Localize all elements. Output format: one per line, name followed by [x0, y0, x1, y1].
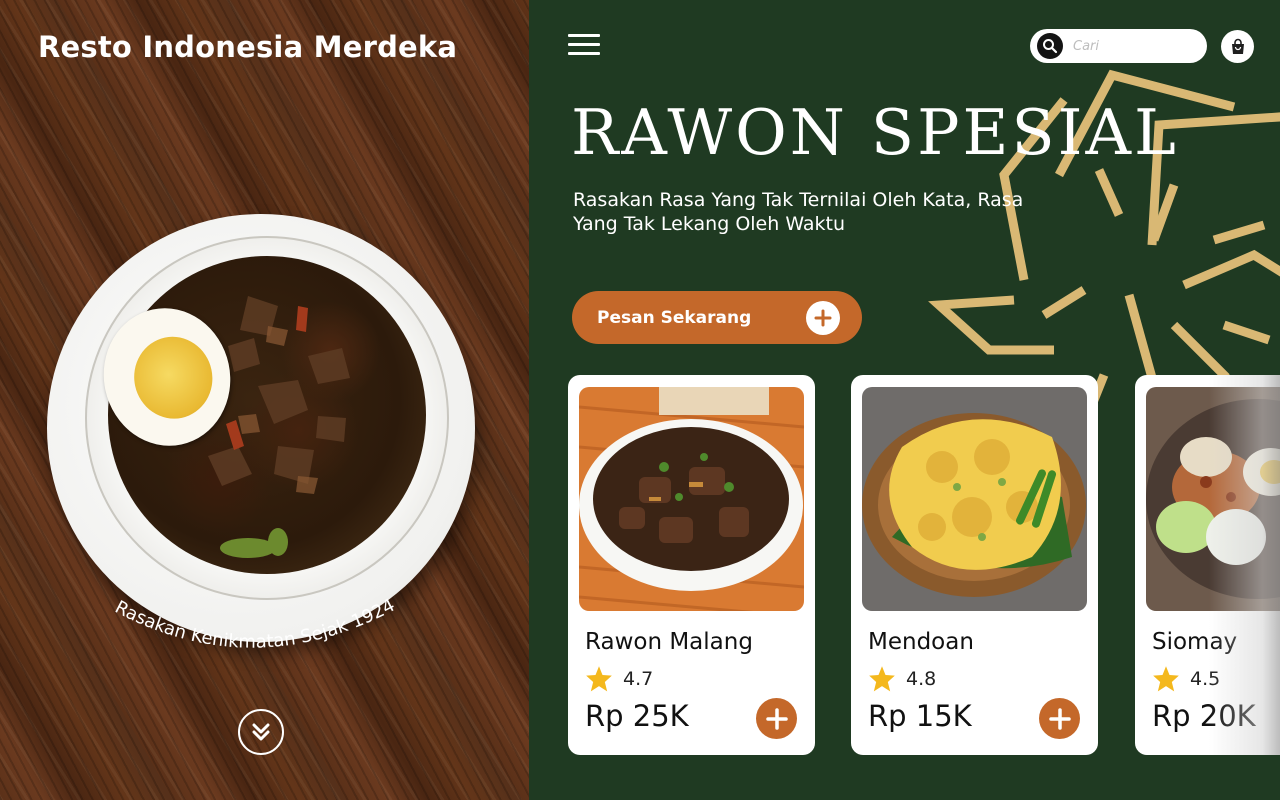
add-to-cart-button[interactable]: [756, 698, 797, 739]
rating-value: 4.8: [906, 667, 937, 690]
order-now-label: Pesan Sekarang: [597, 307, 752, 328]
star-icon: [869, 666, 895, 692]
add-to-cart-button[interactable]: [1039, 698, 1080, 739]
hero-title: RAWON SPESIAL: [571, 96, 1179, 169]
rating: 4.7: [585, 665, 653, 692]
plus-icon: [1048, 707, 1071, 730]
mendoan-photo: [862, 387, 1087, 611]
order-now-button[interactable]: Pesan Sekarang: [572, 291, 862, 344]
search-icon[interactable]: [1037, 33, 1063, 59]
double-chevron-down-icon: [252, 723, 270, 741]
rating: 4.8: [868, 665, 936, 692]
svg-text:Rasakan Kenikmatan Sejak 1924: Rasakan Kenikmatan Sejak 1924: [112, 595, 399, 653]
rawon-malang-photo: [579, 387, 804, 611]
cart-button[interactable]: [1221, 30, 1254, 63]
main-panel: RAWON SPESIAL Rasakan Rasa Yang Tak Tern…: [529, 0, 1280, 800]
rating-value: 4.7: [623, 667, 654, 690]
hero-image-panel: Resto Indonesia Merdeka Rasakan Kenikmat…: [0, 0, 529, 800]
scroll-down-button[interactable]: [238, 709, 284, 755]
rating: 4.5: [1152, 665, 1220, 692]
tagline-curved: Rasakan Kenikmatan Sejak 1924: [112, 595, 399, 653]
brand-name: Resto Indonesia Merdeka: [38, 30, 458, 64]
shopping-bag-icon: [1231, 38, 1244, 54]
menu-item-price: Rp 15K: [868, 699, 972, 733]
hamburger-menu-icon: [568, 34, 600, 37]
menu-card-mendoan[interactable]: Mendoan 4.8 Rp 15K: [851, 375, 1098, 755]
menu-item-name: Siomay: [1152, 629, 1238, 655]
search-bar[interactable]: [1030, 29, 1207, 63]
hero-subtitle: Rasakan Rasa Yang Tak Ternilai Oleh Kata…: [573, 189, 1024, 235]
tagline-text: Rasakan Kenikmatan Sejak 1924: [112, 595, 399, 653]
plus-icon: [806, 300, 840, 335]
star-icon: [586, 666, 612, 692]
menu-card-rawon-malang[interactable]: Rawon Malang 4.7 Rp 25K: [568, 375, 815, 755]
menu-card-siomay[interactable]: Siomay 4.5 Rp 20K: [1135, 375, 1280, 755]
search-input[interactable]: [1073, 38, 1193, 54]
menu-item-price: Rp 25K: [585, 699, 689, 733]
menu-item-price: Rp 20K: [1152, 699, 1256, 733]
menu-item-name: Mendoan: [868, 629, 974, 655]
star-icon: [1153, 666, 1179, 692]
hamburger-menu-button[interactable]: [568, 34, 600, 58]
siomay-photo: [1146, 387, 1280, 611]
plus-icon: [765, 707, 788, 730]
rating-value: 4.5: [1190, 667, 1221, 690]
menu-item-name: Rawon Malang: [585, 629, 753, 655]
